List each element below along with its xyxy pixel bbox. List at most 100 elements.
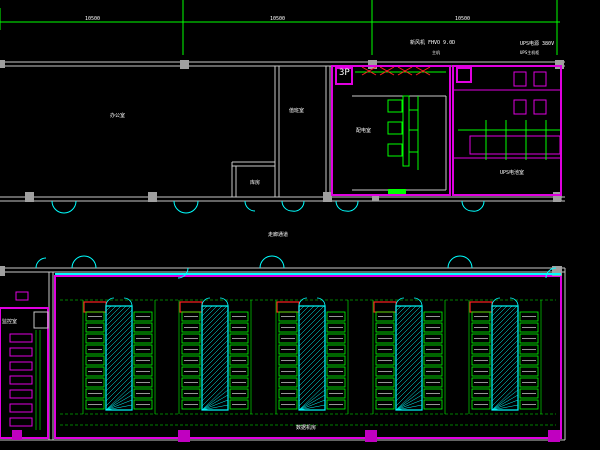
aisle-hatch xyxy=(491,319,519,347)
aisle-hatch xyxy=(491,309,519,337)
aisle-hatch xyxy=(395,314,423,342)
aisle-hatch xyxy=(201,319,229,347)
aisle-door xyxy=(123,297,133,307)
aisle-hatch xyxy=(105,305,127,327)
monitor-room-cables xyxy=(35,330,41,430)
aisle-hatch xyxy=(491,305,498,312)
aisle-hatch xyxy=(491,334,519,362)
dimension-label-3: 10500 xyxy=(455,16,471,22)
aisle-hatch xyxy=(395,305,402,312)
aisle-hatch xyxy=(395,329,423,357)
aisle-hatch xyxy=(105,324,133,352)
aisle-hatch xyxy=(105,339,133,367)
aisle-hatch xyxy=(105,305,112,312)
aisle-hatch xyxy=(201,324,229,352)
aisle-hatch xyxy=(298,364,326,392)
aisle-hatch xyxy=(298,349,326,377)
aisle-hatch xyxy=(395,359,423,387)
aisle-hatch xyxy=(105,369,133,397)
aisle-hatch xyxy=(105,329,133,357)
aisle-hatch xyxy=(201,305,228,332)
aisle-hatch xyxy=(201,344,229,372)
aisle-hatch xyxy=(201,305,208,312)
aisle-hatch xyxy=(298,334,326,362)
aisle-hatch xyxy=(105,309,133,337)
dimension-label-2: 10500 xyxy=(270,16,286,22)
aisle-hatch xyxy=(395,324,423,352)
aisle-hatch xyxy=(491,349,519,377)
top-note: 新风机 FHVO 9.0D xyxy=(410,40,456,46)
aisle-door xyxy=(298,297,308,307)
aisle-hatch xyxy=(395,305,417,327)
aisle-hatch xyxy=(298,319,326,347)
aisle-hatch xyxy=(201,399,229,411)
aisle-hatch xyxy=(201,314,229,342)
aisle-hatch xyxy=(395,369,423,397)
room-label-corridor: 走廊通道 xyxy=(268,232,289,238)
aisle-hatch xyxy=(395,334,423,362)
aisle-hatch xyxy=(105,319,133,347)
aisle-hatch xyxy=(298,305,320,327)
aisle-hatch xyxy=(105,364,133,392)
monitor-room-units xyxy=(9,291,49,427)
aisle-hatch xyxy=(201,339,229,367)
aisle-hatch xyxy=(298,305,310,317)
aisle-door xyxy=(201,297,211,307)
aisle-hatch xyxy=(298,354,326,382)
aisle-hatch xyxy=(105,354,133,382)
aisle-hatch xyxy=(491,329,519,357)
rack-group xyxy=(275,297,349,414)
aisle-hatch xyxy=(201,349,229,377)
aisle-hatch xyxy=(298,314,326,342)
aisle-hatch xyxy=(395,399,423,411)
aisle-hatch xyxy=(298,359,326,387)
aisle-hatch xyxy=(491,324,519,352)
aisle-hatch xyxy=(491,305,513,327)
aisle-hatch xyxy=(201,309,229,337)
aisle-hatch xyxy=(298,305,305,312)
rack-group xyxy=(178,297,252,414)
aisle-door xyxy=(413,297,423,307)
aisle-hatch xyxy=(298,399,326,411)
rack-group-tag xyxy=(469,301,493,313)
right-sub-note: UPS主机柜 xyxy=(520,50,540,55)
room-label-datacenter: 数据机房 xyxy=(296,425,317,431)
upper-columns xyxy=(0,60,564,202)
aisle-hatch xyxy=(395,309,423,337)
aisle-hatch xyxy=(105,349,133,377)
rack-group xyxy=(372,297,446,414)
aisle-hatch xyxy=(298,369,326,397)
aisle-hatch xyxy=(105,399,133,411)
aisle-door xyxy=(491,297,501,307)
aisle-hatch xyxy=(491,369,519,397)
aisle-door xyxy=(105,297,115,307)
room-label-storage: 库房 xyxy=(250,180,261,186)
aisle-hatch xyxy=(201,354,229,382)
aisle-hatch xyxy=(395,339,423,367)
dimension-label-1: 10500 xyxy=(85,16,101,22)
rack-groups xyxy=(82,297,542,414)
aisle-hatch xyxy=(491,359,519,387)
aisle-hatch xyxy=(105,305,117,317)
aisle-hatch xyxy=(298,309,326,337)
aisle-hatch xyxy=(201,305,213,317)
aisle-hatch xyxy=(395,305,407,317)
aisle-hatch xyxy=(491,305,503,317)
upper-doors xyxy=(51,200,485,214)
jp-tag: 3P xyxy=(339,68,350,78)
aisle-hatch xyxy=(395,344,423,372)
aisle-hatch xyxy=(491,344,519,372)
aisle-door xyxy=(509,297,519,307)
aisle-door xyxy=(316,297,326,307)
floor-plan-canvas xyxy=(0,0,566,442)
aisle-hatch xyxy=(491,305,518,332)
aisle-hatch xyxy=(201,329,229,357)
aisle-hatch xyxy=(491,314,519,342)
rack-group xyxy=(468,297,542,414)
aisle-hatch xyxy=(105,359,133,387)
aisle-hatch xyxy=(298,329,326,357)
ups-room-equipment xyxy=(453,71,561,160)
aisle-hatch xyxy=(491,364,519,392)
aisle-door xyxy=(395,297,405,307)
rack-group xyxy=(82,297,156,414)
